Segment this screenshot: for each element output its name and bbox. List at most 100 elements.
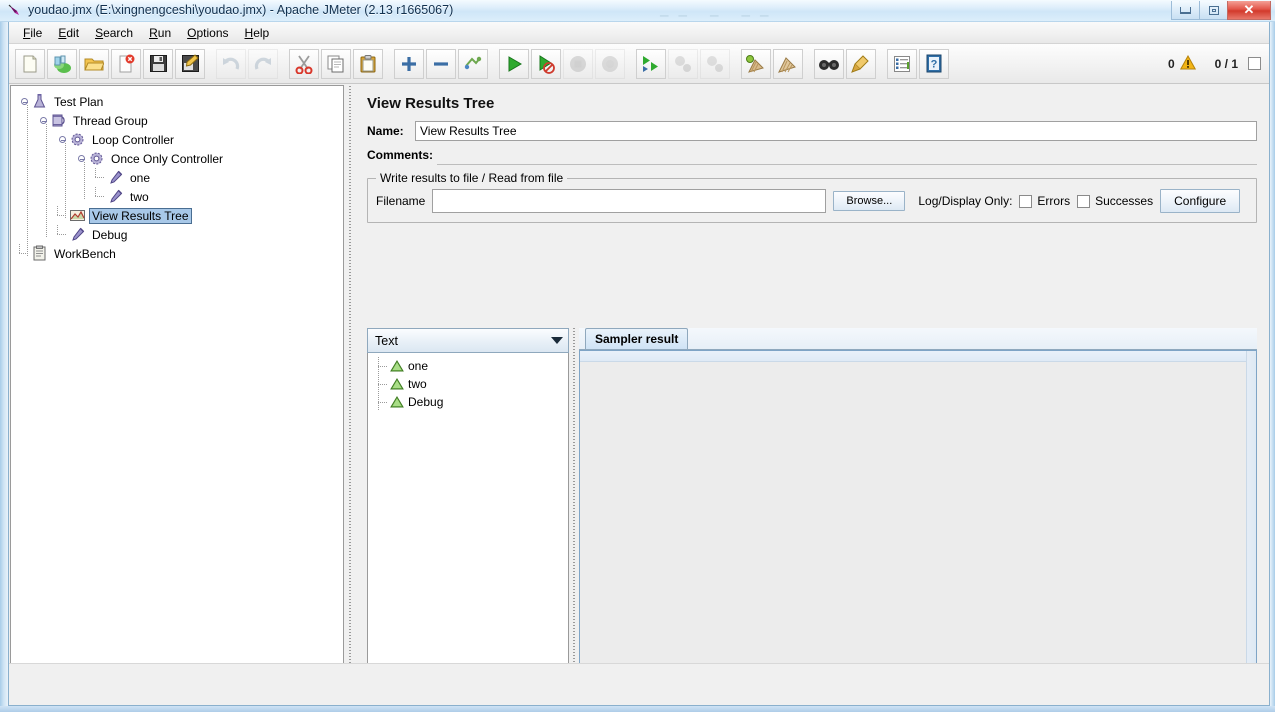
tree-node-one[interactable]: one — [19, 168, 343, 187]
result-text — [580, 362, 1256, 370]
undo-icon[interactable] — [216, 48, 246, 79]
tree-node-loop-controller[interactable]: Loop Controller — [19, 130, 343, 149]
comments-label: Comments: — [367, 148, 434, 162]
test-plan-tree[interactable]: Test Plan Thread Group Loop Controller O… — [10, 85, 344, 703]
warning-triangle-icon[interactable] — [1179, 54, 1196, 73]
tree-node-thread-group[interactable]: Thread Group — [19, 111, 343, 130]
comments-input[interactable] — [437, 145, 1257, 165]
result-scroll-band[interactable] — [1246, 351, 1256, 705]
browse-button[interactable]: Browse... — [833, 191, 906, 211]
errors-checkbox[interactable]: Errors — [1019, 194, 1070, 208]
toolbar-separator — [490, 49, 499, 79]
filename-label: Filename — [376, 194, 426, 208]
chevron-down-icon[interactable] — [546, 329, 568, 352]
remote-shutdown-all-icon[interactable] — [700, 48, 730, 79]
tree-node-two[interactable]: two — [19, 187, 343, 206]
tree-node-view-results-tree[interactable]: View Results Tree — [19, 206, 343, 225]
svg-text:?: ? — [931, 59, 938, 71]
cut-icon[interactable] — [289, 48, 319, 79]
splitter-grip — [349, 86, 351, 703]
tree-node-workbench[interactable]: WorkBench — [19, 244, 343, 263]
save-icon[interactable] — [143, 48, 173, 79]
shutdown-icon[interactable] — [595, 48, 625, 79]
results-split: Text one two Debug Sampler result — [367, 328, 1257, 705]
tree-node-label: Once Only Controller — [111, 151, 224, 166]
remote-start-all-icon[interactable] — [636, 48, 666, 79]
expand-all-icon[interactable] — [394, 48, 424, 79]
menu-bar: File Edit Search Run Options Help — [9, 22, 1269, 44]
tree-node-test-plan[interactable]: Test Plan — [19, 92, 343, 111]
search-reset-icon[interactable] — [846, 48, 876, 79]
results-tree-item[interactable]: Debug — [368, 393, 568, 411]
redo-icon[interactable] — [248, 48, 278, 79]
menu-search[interactable]: Search — [87, 24, 141, 42]
minimize-button[interactable] — [1171, 1, 1200, 20]
collapse-all-icon[interactable] — [426, 48, 456, 79]
minimize-icon — [1180, 6, 1191, 14]
renderer-combo[interactable]: Text — [367, 328, 569, 353]
open-icon[interactable] — [79, 48, 109, 79]
title-ghost-text: ▁▁ ▁ ▁▁ — [660, 5, 779, 17]
tree-elbow — [57, 206, 68, 225]
templates-icon[interactable] — [47, 48, 77, 79]
tab-sampler-result[interactable]: Sampler result — [585, 328, 689, 349]
tool-bar: ? 0 0 / 1 — [9, 44, 1269, 84]
success-triangle-icon — [390, 377, 404, 391]
tree-node-debug[interactable]: Debug — [19, 225, 343, 244]
menu-file[interactable]: File — [15, 24, 50, 42]
successes-checkbox-box[interactable] — [1077, 194, 1091, 208]
paste-icon[interactable] — [353, 48, 383, 79]
results-left-panel: Text one two Debug — [367, 328, 569, 705]
results-tree-item[interactable]: two — [368, 375, 568, 393]
tree-elbow — [95, 187, 106, 206]
name-row: Name: — [367, 120, 1257, 141]
results-tree-item[interactable]: one — [368, 357, 568, 375]
close-icon[interactable] — [111, 48, 141, 79]
page-title: View Results Tree — [367, 95, 495, 112]
close-button[interactable]: ✕ — [1227, 1, 1271, 20]
maximize-button[interactable] — [1199, 1, 1228, 20]
view-results-tree-icon — [69, 207, 86, 224]
remote-stop-all-icon[interactable] — [668, 48, 698, 79]
menu-edit[interactable]: Edit — [50, 24, 87, 42]
copy-icon[interactable] — [321, 48, 351, 79]
status-strip — [9, 663, 1269, 705]
errors-checkbox-box[interactable] — [1019, 194, 1033, 208]
start-no-timers-icon[interactable] — [531, 48, 561, 79]
log-display-only-label: Log/Display Only: — [918, 194, 1013, 208]
configure-button[interactable]: Configure — [1160, 189, 1241, 213]
main-splitter[interactable] — [346, 84, 355, 705]
tree-node-once-only-controller[interactable]: Once Only Controller — [19, 149, 343, 168]
clear-all-icon[interactable] — [773, 48, 803, 79]
help-icon[interactable]: ? — [919, 48, 949, 79]
expand-handle-icon[interactable] — [19, 97, 29, 107]
result-content-area[interactable] — [579, 350, 1257, 705]
tree-node-label: Thread Group — [73, 113, 148, 128]
expand-handle-icon[interactable] — [76, 154, 86, 164]
listener-config-panel: View Results Tree Name: Comments: Write … — [355, 85, 1269, 705]
result-top-band — [580, 351, 1256, 362]
toggle-icon[interactable] — [458, 48, 488, 79]
toolbar-separator — [627, 49, 636, 79]
menu-help[interactable]: Help — [237, 24, 278, 42]
menu-run[interactable]: Run — [141, 24, 179, 42]
start-icon[interactable] — [499, 48, 529, 79]
expand-handle-icon[interactable] — [38, 116, 48, 126]
filename-input[interactable] — [432, 189, 827, 213]
split-panes: Test Plan Thread Group Loop Controller O… — [9, 84, 1269, 705]
results-splitter[interactable] — [570, 328, 579, 705]
tree-elbow — [378, 375, 388, 393]
new-icon[interactable] — [15, 48, 45, 79]
thread-counter-group: 0 / 1 — [1215, 57, 1261, 71]
save-as-icon[interactable] — [175, 48, 205, 79]
clear-icon[interactable] — [741, 48, 771, 79]
results-tree[interactable]: one two Debug — [367, 353, 569, 705]
menu-options[interactable]: Options — [179, 24, 236, 42]
successes-checkbox[interactable]: Successes — [1077, 194, 1153, 208]
function-helper-icon[interactable] — [887, 48, 917, 79]
stop-icon[interactable] — [563, 48, 593, 79]
name-input[interactable] — [415, 120, 1257, 141]
expand-handle-icon[interactable] — [57, 135, 67, 145]
sampler-icon — [107, 188, 124, 205]
search-icon[interactable] — [814, 48, 844, 79]
